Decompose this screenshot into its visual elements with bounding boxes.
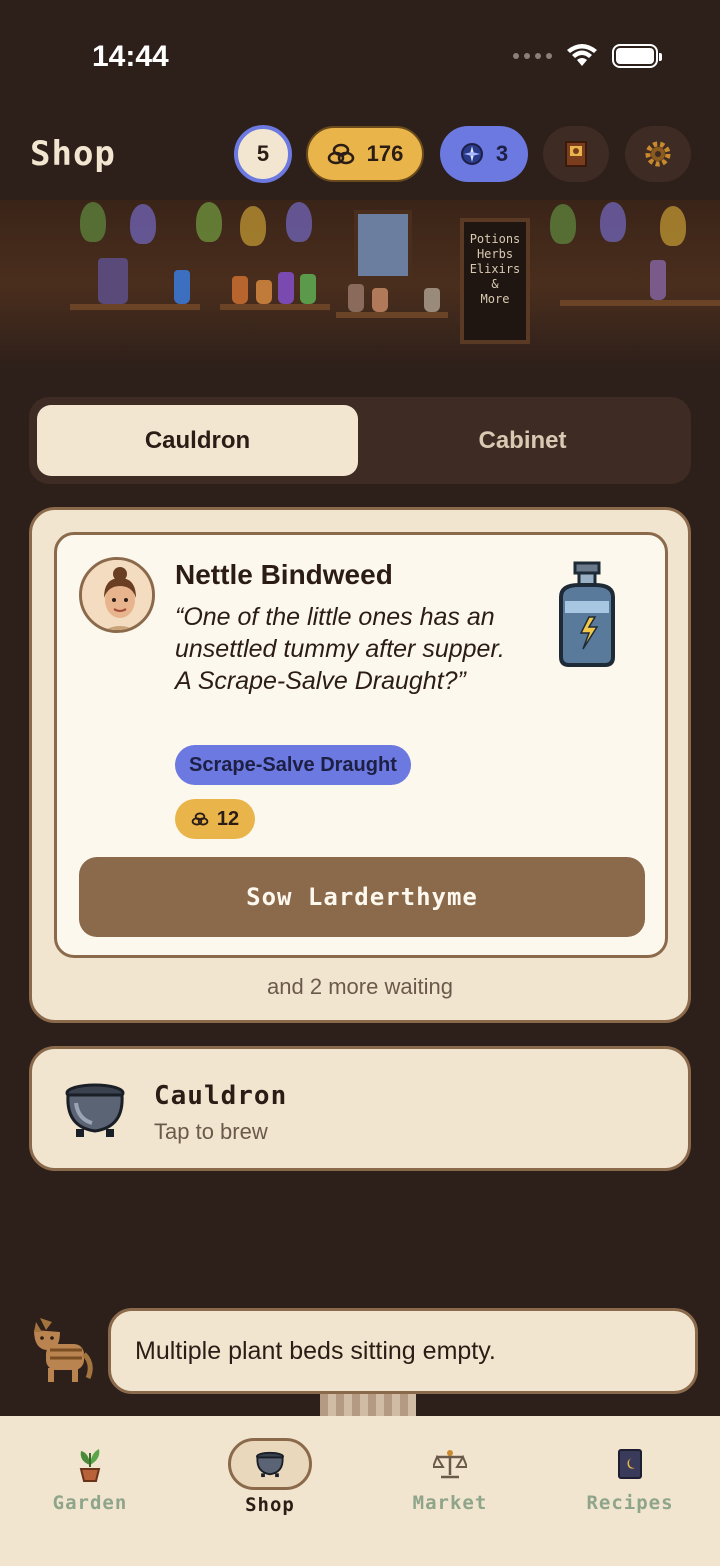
cat-icon xyxy=(34,1318,93,1382)
status-time: 14:44 xyxy=(92,40,169,73)
coins-counter[interactable]: 176 xyxy=(306,126,424,182)
shop-tabs: Cauldron Cabinet xyxy=(29,397,691,484)
cauldron-subtitle: Tap to brew xyxy=(154,1119,268,1144)
reward-value: 12 xyxy=(216,807,240,830)
cauldron-title: Cauldron xyxy=(154,1081,288,1111)
tab-cauldron[interactable]: Cauldron xyxy=(37,405,358,476)
gems-value: 3 xyxy=(495,141,509,166)
requested-item-chip: Scrape-Salve Draught xyxy=(175,745,411,785)
potion-bottle-icon xyxy=(559,561,615,667)
decorative-strip xyxy=(320,1394,416,1418)
status-bar: 14:44 xyxy=(0,0,720,110)
coins-icon xyxy=(191,812,209,826)
banner-window xyxy=(354,210,412,280)
shop-banner: Potions Herbs Elixirs & More xyxy=(0,200,720,370)
potted-plant-icon xyxy=(70,1444,110,1484)
hint-speech-bubble[interactable]: Multiple plant beds sitting empty. xyxy=(108,1308,698,1394)
nav-market[interactable]: Market xyxy=(390,1416,510,1536)
header: Shop 5 176 3 xyxy=(0,124,720,186)
customer-name: Nettle Bindweed xyxy=(175,559,393,590)
nav-recipes[interactable]: Recipes xyxy=(570,1416,690,1536)
nav-shop-label: Shop xyxy=(245,1494,295,1516)
journal-icon xyxy=(565,141,587,167)
shop-sign: Potions Herbs Elixirs & More xyxy=(460,218,530,344)
coins-icon xyxy=(327,143,354,165)
signal-icon xyxy=(513,53,552,59)
customer-quote: “One of the little ones has an unsettled… xyxy=(175,603,505,695)
customer-avatar xyxy=(79,557,155,633)
battery-icon xyxy=(612,44,662,68)
nav-garden-label: Garden xyxy=(52,1492,128,1514)
status-icons xyxy=(513,44,662,68)
more-waiting-text: and 2 more waiting xyxy=(267,974,453,999)
nav-market-label: Market xyxy=(412,1492,488,1514)
tab-cabinet[interactable]: Cabinet xyxy=(362,405,683,476)
cauldron-icon xyxy=(228,1438,312,1490)
nav-recipes-label: Recipes xyxy=(586,1492,674,1514)
customer-order: Nettle Bindweed “One of the little ones … xyxy=(54,532,668,958)
cauldron-card[interactable]: Cauldron Tap to brew xyxy=(29,1046,691,1171)
gear-icon xyxy=(645,141,671,167)
recipe-book-icon xyxy=(610,1444,650,1484)
gems-counter[interactable]: 3 xyxy=(440,126,528,182)
order-card: Nettle Bindweed “One of the little ones … xyxy=(29,507,691,1023)
settings-button[interactable] xyxy=(625,126,691,182)
reward-chip: 12 xyxy=(175,799,255,839)
bottom-nav: Garden Shop Market Recipes xyxy=(0,1416,720,1566)
page-title: Shop xyxy=(30,134,116,174)
nav-shop[interactable]: Shop xyxy=(210,1416,330,1536)
nav-garden[interactable]: Garden xyxy=(30,1416,150,1536)
scales-icon xyxy=(430,1444,470,1484)
coins-value: 176 xyxy=(366,141,404,166)
sow-larderthyme-button[interactable]: Sow Larderthyme xyxy=(79,857,645,937)
journal-button[interactable] xyxy=(543,126,609,182)
cauldron-icon xyxy=(65,1083,125,1137)
wifi-icon xyxy=(567,44,597,66)
level-badge[interactable]: 5 xyxy=(234,125,292,183)
compass-gem-icon xyxy=(460,143,483,165)
